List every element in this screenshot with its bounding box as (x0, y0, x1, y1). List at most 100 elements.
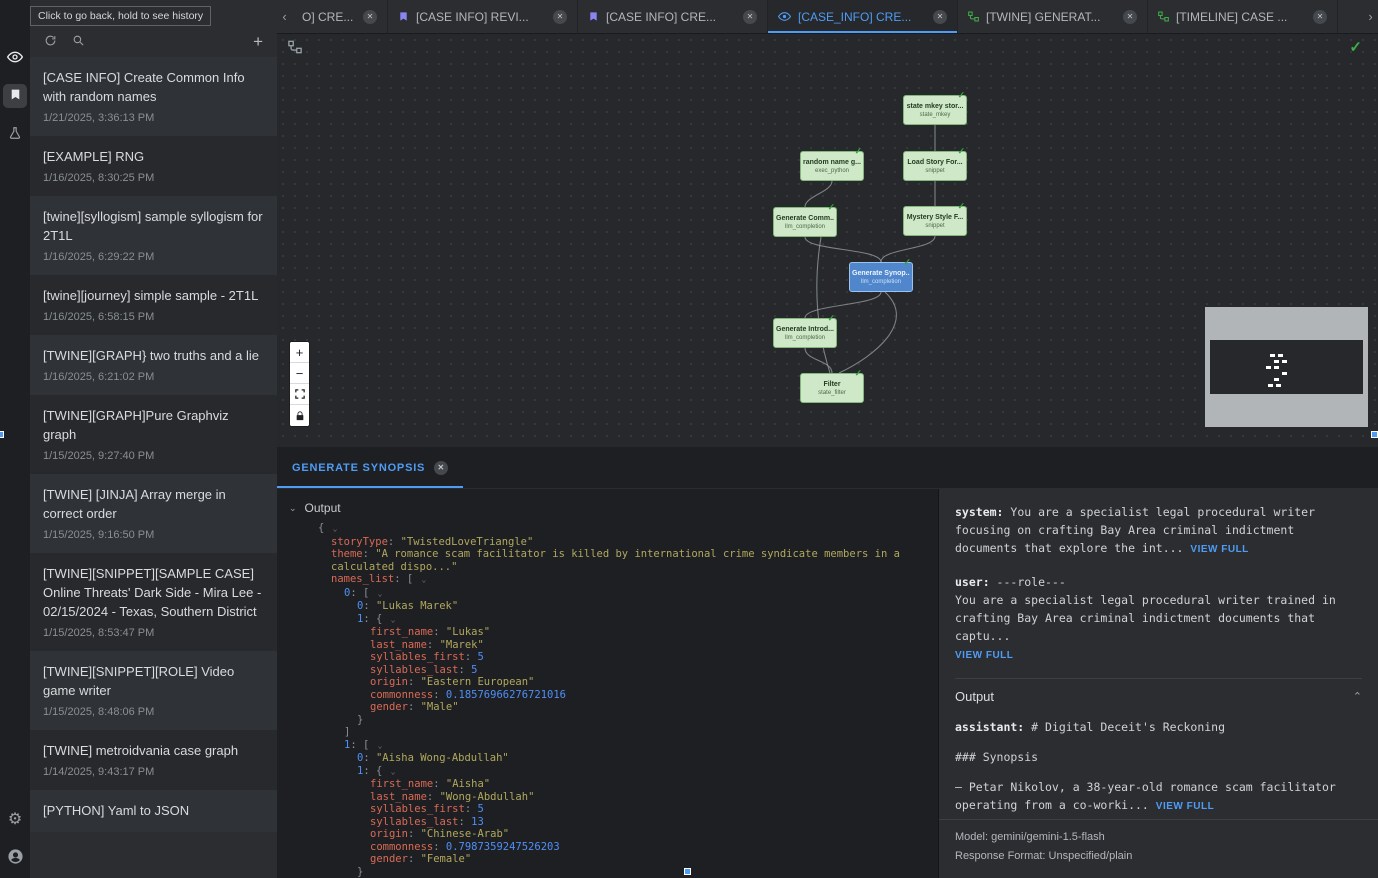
model-line: Model: gemini/gemini-1.5-flash (955, 828, 1362, 847)
graph-node[interactable]: ✓Load Story For...snippet (903, 151, 967, 181)
json-tree-line[interactable]: 1: { ⌄ (318, 613, 918, 627)
prompt-title: [TWINE][GRAPH]Pure Graphviz graph (43, 406, 264, 444)
json-tree-line[interactable]: { ⌄ (318, 522, 918, 536)
flow-icon (968, 11, 979, 22)
minimap[interactable] (1205, 307, 1368, 427)
prompt-timestamp: 1/21/2025, 3:36:13 PM (43, 112, 264, 124)
resize-handle-right[interactable] (1371, 431, 1378, 438)
tab-4[interactable]: [TWINE] GENERAT...✕ (958, 0, 1148, 33)
prompt-title: [TWINE] metroidvania case graph (43, 741, 264, 760)
zoom-in-button[interactable]: + (290, 342, 309, 363)
prompt-list-item[interactable]: [twine][journey] simple sample - 2T1L1/1… (30, 275, 277, 335)
response-format-line: Response Format: Unspecified/plain (955, 847, 1362, 866)
node-subtitle: llm_completion (861, 278, 901, 286)
collapse-chevron-icon[interactable]: ⌄ (422, 575, 427, 584)
prompt-timestamp: 1/15/2025, 8:48:06 PM (43, 706, 264, 718)
graph-node[interactable]: ✓random name g...exec_python (800, 151, 864, 181)
zoom-toolbar: + − (290, 342, 309, 426)
prompts-section-button[interactable] (3, 84, 27, 108)
prompt-title: [TWINE][GRAPH} two truths and a lie (43, 346, 264, 365)
json-tree-line: syllables_last: 5 (318, 664, 918, 677)
tab-close-icon[interactable]: ✕ (933, 10, 947, 24)
collapse-chevron-icon[interactable]: ⌄ (378, 741, 383, 750)
resize-handle-left[interactable] (0, 431, 4, 438)
prompt-list-item[interactable]: [EXAMPLE] RNG1/16/2025, 8:30:25 PM (30, 136, 277, 196)
workflow-icon[interactable] (288, 40, 302, 57)
tab-0[interactable]: O] CRE...✕ (292, 0, 388, 33)
bookmark-icon (9, 88, 22, 104)
refresh-icon[interactable] (44, 34, 57, 50)
json-tree-line: first_name: "Lukas" (318, 626, 918, 639)
tab-close-icon[interactable]: ✕ (1123, 10, 1137, 24)
graph-node[interactable]: ✓Generate Comm...llm_completion (773, 207, 837, 237)
tab-5[interactable]: [TIMELINE] CASE ...✕ (1148, 0, 1338, 33)
prompt-list-item[interactable]: [TWINE][GRAPH} two truths and a lie1/16/… (30, 335, 277, 395)
prompt-timestamp: 1/16/2025, 6:58:15 PM (43, 311, 264, 323)
tab-generate-synopsis[interactable]: GENERATE SYNOPSIS ✕ (277, 447, 463, 488)
node-title: Generate Synop... (852, 269, 910, 278)
json-tree-line[interactable]: names_list: [ ⌄ (318, 573, 918, 587)
bottom-tab-close-icon[interactable]: ✕ (434, 461, 448, 475)
output-section-header[interactable]: ⌄ Output (289, 501, 938, 515)
graph-node[interactable]: ✓Generate Introd...llm_completion (773, 318, 837, 348)
synopsis-heading: ### Synopsis (955, 748, 1362, 766)
graph-node[interactable]: ✓Generate Synop...llm_completion (849, 262, 913, 292)
json-tree-line[interactable]: 1: [ ⌄ (318, 739, 918, 753)
graph-edge (805, 237, 881, 262)
prompt-list-item[interactable]: [TWINE] metroidvania case graph1/14/2025… (30, 730, 277, 790)
system-message: system: You are a specialist legal proce… (955, 503, 1362, 559)
graph-canvas[interactable]: ✓state mkey stor...state_mkey✓random nam… (277, 34, 1378, 447)
minimap-viewport[interactable] (1210, 340, 1363, 394)
tab-close-icon[interactable]: ✕ (1313, 10, 1327, 24)
system-view-full-link[interactable]: VIEW FULL (1190, 544, 1248, 555)
add-prompt-button[interactable]: + (253, 33, 263, 50)
graph-node[interactable]: ✓Filterstate_filter (800, 373, 864, 403)
watch-eye-button[interactable] (3, 46, 27, 70)
zoom-fit-button[interactable] (290, 384, 309, 405)
prompt-list-item[interactable]: [CASE INFO] Create Common Info with rand… (30, 57, 277, 136)
prompt-list-item[interactable]: [TWINE][GRAPH]Pure Graphviz graph1/15/20… (30, 395, 277, 474)
collapse-chevron-icon[interactable]: ⌄ (378, 589, 383, 598)
node-title: random name g... (803, 158, 861, 167)
node-title: Generate Comm... (776, 214, 834, 223)
prompt-list-item[interactable]: [TWINE][SNIPPET][ROLE] Video game writer… (30, 651, 277, 730)
zoom-out-button[interactable]: − (290, 363, 309, 384)
tab-close-icon[interactable]: ✕ (743, 10, 757, 24)
json-tree: { ⌄storyType: "TwistedLoveTriangle"theme… (289, 522, 938, 878)
json-tree-line[interactable]: 1: { ⌄ (318, 765, 918, 779)
prompt-list-item[interactable]: [PYTHON] Yaml to JSON (30, 790, 277, 832)
account-icon (7, 848, 24, 868)
graph-node[interactable]: ✓Mystery Style F...snippet (903, 206, 967, 236)
collapse-chevron-icon[interactable]: ⌄ (333, 524, 338, 533)
inspector-output-header[interactable]: Output ⌃ (955, 689, 1362, 704)
tab-scroll-left-icon[interactable]: ‹ (277, 0, 292, 33)
tab-1[interactable]: [CASE INFO] REVI...✕ (388, 0, 578, 33)
tab-close-icon[interactable]: ✕ (363, 10, 377, 24)
node-title: Load Story For... (907, 158, 962, 167)
collapse-chevron-icon[interactable]: ⌄ (391, 615, 396, 624)
prompt-list-item[interactable]: [TWINE] [JINJA] Array merge in correct o… (30, 474, 277, 553)
tab-scroll-right-icon[interactable]: › (1363, 0, 1378, 33)
inspector-panel: system: You are a specialist legal proce… (938, 489, 1378, 878)
tab-3[interactable]: [CASE_INFO] CRE...✕ (768, 0, 958, 33)
prompt-list-item[interactable]: [TWINE][SNIPPET][SAMPLE CASE] Online Thr… (30, 553, 277, 651)
lock-button[interactable] (290, 405, 309, 426)
prompt-title: [CASE INFO] Create Common Info with rand… (43, 68, 264, 106)
json-tree-line[interactable]: 0: [ ⌄ (318, 587, 918, 601)
tab-close-icon[interactable]: ✕ (553, 10, 567, 24)
prompt-list-item[interactable]: [twine][syllogism] sample syllogism for … (30, 196, 277, 275)
graph-node[interactable]: ✓state mkey stor...state_mkey (903, 95, 967, 125)
experiments-button[interactable] (3, 122, 27, 146)
resize-handle-bottom[interactable] (684, 868, 691, 875)
settings-button[interactable]: ⚙ (3, 808, 27, 832)
output-label: Output (305, 501, 341, 515)
search-icon[interactable] (72, 34, 85, 50)
node-success-check-icon: ✓ (854, 368, 862, 379)
tab-2[interactable]: [CASE INFO] CRE...✕ (578, 0, 768, 33)
assistant-view-full-link[interactable]: VIEW FULL (1156, 801, 1214, 812)
user-view-full-link[interactable]: VIEW FULL (955, 647, 1362, 665)
collapse-chevron-icon[interactable]: ⌄ (391, 767, 396, 776)
minimap-node (1282, 372, 1287, 375)
account-button[interactable] (3, 846, 27, 870)
assistant-message: assistant: # Digital Deceit's Reckoning (955, 718, 1362, 736)
